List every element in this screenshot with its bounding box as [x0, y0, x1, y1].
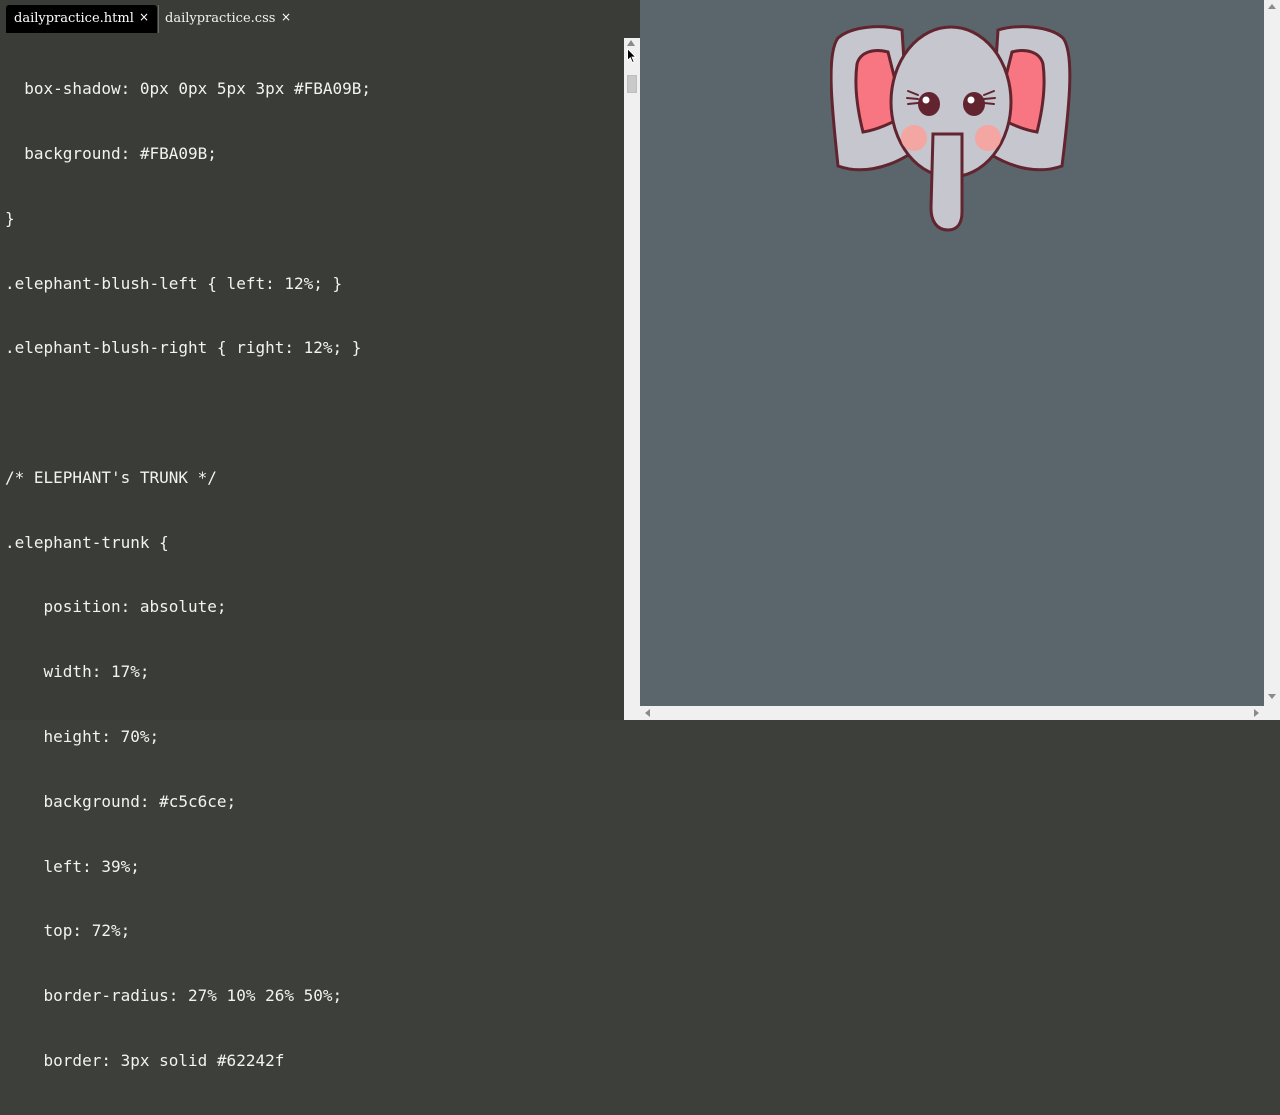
elephant-trunk	[929, 132, 964, 232]
code-area[interactable]: box-shadow: 0px 0px 5px 3px #FBA09B; bac…	[5, 35, 620, 1115]
close-icon[interactable]: ×	[281, 3, 291, 31]
scroll-down-arrow-icon[interactable]	[1268, 694, 1276, 699]
tab-dailypractice-css[interactable]: dailypractice.css ×	[158, 5, 308, 33]
code-line: .elephant-trunk {	[5, 532, 169, 552]
scroll-right-arrow-icon[interactable]	[1254, 709, 1259, 717]
code-editor[interactable]: dailypractice.html × dailypractice.css ×…	[0, 0, 640, 1070]
code-line: height: 70%;	[5, 727, 160, 746]
code-line: }	[5, 208, 15, 228]
code-line: /* ELEPHANT's TRUNK */	[5, 467, 217, 487]
close-icon[interactable]: ×	[139, 3, 149, 31]
horizontal-scrollbar[interactable]	[640, 706, 1280, 720]
elephant-blush-left	[901, 125, 927, 151]
elephant-eye-right	[963, 92, 985, 116]
code-line: border: 3px solid #62242f	[5, 1050, 285, 1070]
code-line: left: 39%;	[5, 856, 140, 876]
code-line: position: absolute;	[5, 597, 227, 617]
code-line: top: 72%;	[5, 921, 131, 941]
elephant-eye-left	[918, 92, 940, 116]
preview-scrollbar[interactable]	[1264, 0, 1280, 706]
preview-pane	[640, 0, 1264, 706]
tab-bar: dailypractice.html × dailypractice.css ×	[0, 0, 640, 34]
tab-label: dailypractice.css	[165, 11, 276, 26]
code-line: .elephant-blush-left { left: 12%; }	[5, 273, 343, 293]
scroll-up-arrow-icon[interactable]	[1268, 4, 1276, 9]
scroll-left-arrow-icon[interactable]	[645, 709, 650, 717]
elephant-blush-right	[975, 125, 1001, 151]
code-line: background: #FBA09B;	[5, 143, 217, 163]
code-line: background: #c5c6ce;	[5, 791, 237, 811]
code-line: box-shadow: 0px 0px 5px 3px #FBA09B;	[5, 79, 372, 99]
editor-scrollbar[interactable]	[624, 38, 640, 720]
scrollbar-thumb[interactable]	[627, 75, 637, 93]
code-line: border-radius: 27% 10% 26% 50%;	[5, 986, 343, 1006]
elephant-drawing	[830, 25, 1072, 232]
code-line: width: 17%;	[5, 662, 150, 682]
scroll-up-arrow-icon[interactable]	[627, 40, 635, 46]
mouse-pointer-icon	[627, 48, 637, 64]
tab-label: dailypractice.html	[14, 11, 134, 26]
code-line: .elephant-blush-right { right: 12%; }	[5, 338, 362, 358]
tab-dailypractice-html[interactable]: dailypractice.html ×	[6, 5, 157, 33]
